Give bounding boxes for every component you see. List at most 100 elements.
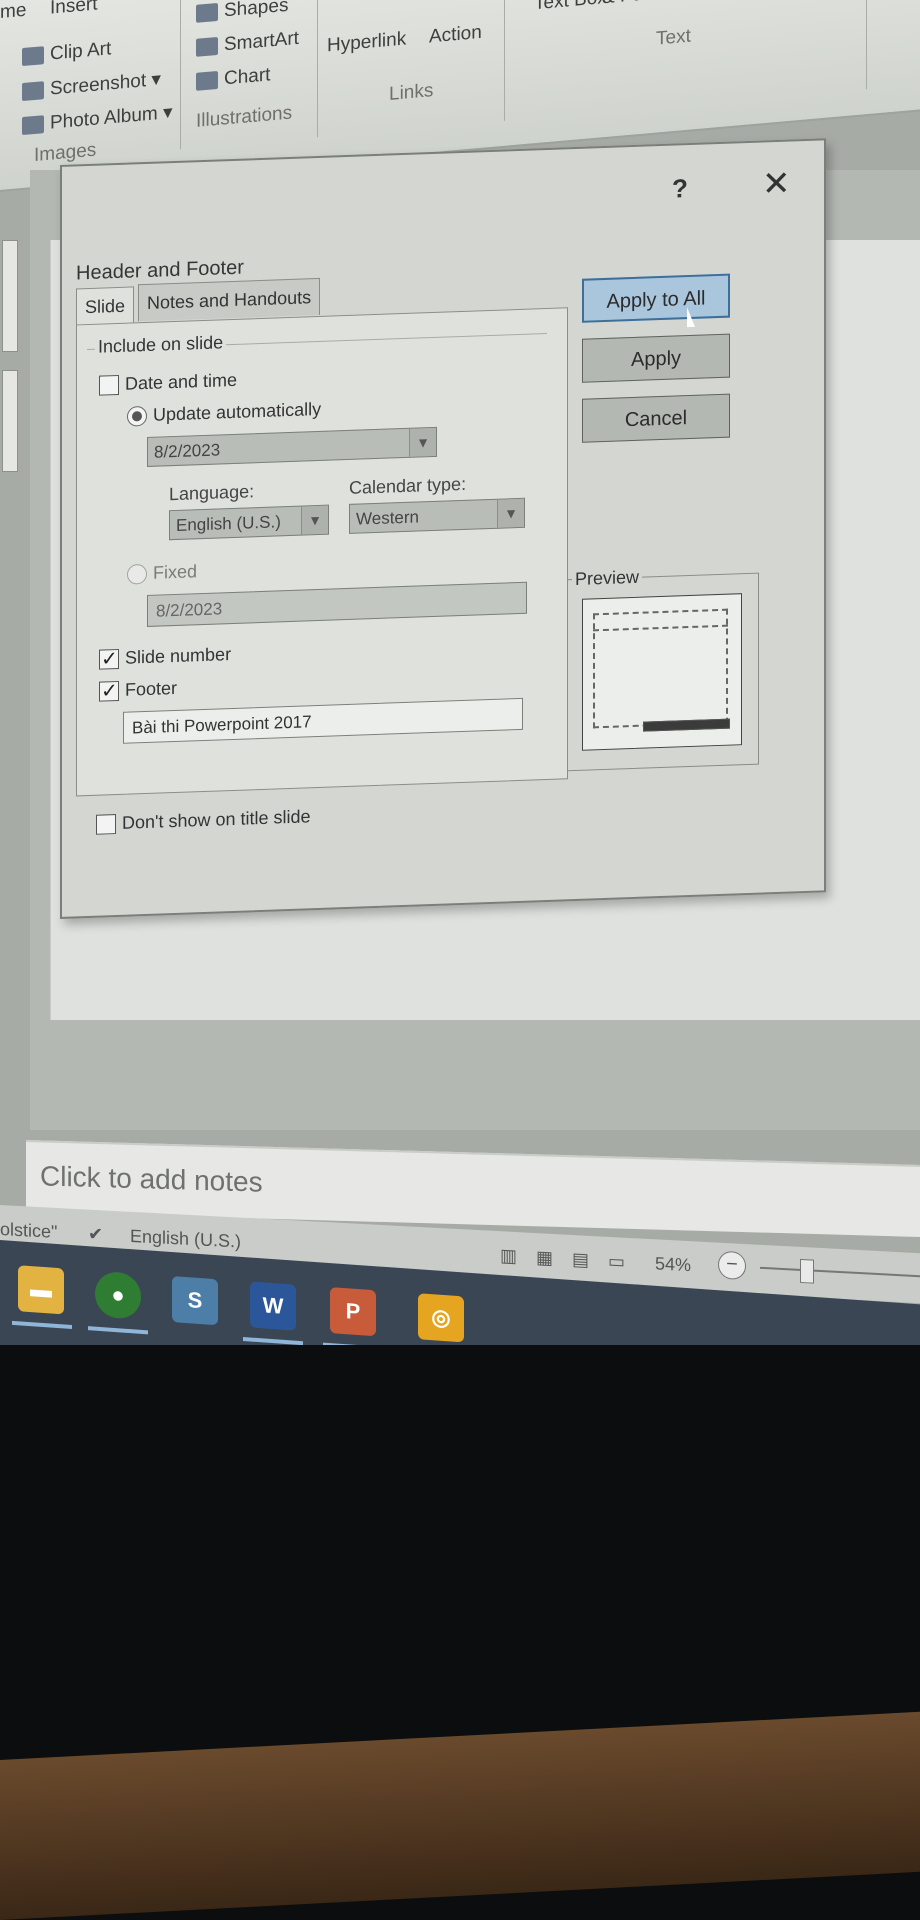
zoom-out-button[interactable]: − <box>718 1250 746 1281</box>
calendar-type-dropdown[interactable]: Western ▼ <box>349 497 525 534</box>
apply-button[interactable]: Apply <box>582 333 730 383</box>
clip-art-label: Clip Art <box>50 38 112 65</box>
update-automatically-label: Update automatically <box>153 398 322 425</box>
smartart-label: SmartArt <box>224 27 299 56</box>
slide-thumbnail[interactable] <box>2 370 18 472</box>
action-label: Action <box>429 21 482 48</box>
language-label: Language: <box>169 481 255 505</box>
calendar-type-label: Calendar type: <box>349 473 467 498</box>
file-explorer-icon[interactable]: ▬ <box>18 1265 64 1315</box>
clip-art-button[interactable]: Clip Art <box>22 38 111 68</box>
links-group-caption: Links <box>389 80 434 105</box>
pdf-app-icon[interactable]: ◎ <box>418 1293 464 1343</box>
preview-footer-placeholders <box>643 718 730 732</box>
illustrations-group-caption: Illustrations <box>196 102 293 132</box>
taskbar-active-indicator <box>243 1336 303 1345</box>
update-automatically-row[interactable]: Update automatically <box>127 399 321 427</box>
photo-album-button[interactable]: Photo Album ▾ <box>22 101 173 137</box>
date-time-checkbox[interactable] <box>99 374 119 396</box>
slide-number-checkbox[interactable] <box>99 648 119 670</box>
action-button[interactable]: Action <box>429 22 482 49</box>
close-icon[interactable]: ✕ <box>762 163 791 204</box>
screenshot-button[interactable]: Screenshot ▾ <box>22 68 161 103</box>
calendar-type-value: Western <box>356 507 419 529</box>
tab-notes-and-handouts[interactable]: Notes and Handouts <box>138 277 321 322</box>
taskbar-active-indicator <box>88 1326 148 1335</box>
date-time-checkbox-row[interactable]: Date and time <box>99 370 237 396</box>
preview-label: Preview <box>572 566 643 591</box>
status-fragment: olstice" <box>0 1219 58 1243</box>
clip-art-icon <box>22 46 44 67</box>
text-group-caption: Text <box>656 25 691 50</box>
screenshot-label: Screenshot ▾ <box>50 68 161 100</box>
photo-album-label: Photo Album ▾ <box>50 101 173 134</box>
date-time-label: Date and time <box>125 369 238 394</box>
footer-row[interactable]: Footer <box>99 678 177 702</box>
chevron-down-icon: ▼ <box>409 427 436 457</box>
date-format-value: 8/2/2023 <box>154 440 221 462</box>
reading-view-icon[interactable]: ▤ <box>572 1249 589 1271</box>
photo-album-icon <box>22 114 44 135</box>
text-box-button[interactable]: Text Box <box>534 0 607 15</box>
taskbar-active-indicator <box>12 1320 72 1330</box>
smartart-icon <box>196 36 218 57</box>
monitor-screen: me Insert Clip Art Screenshot ▾ Photo Al… <box>0 0 920 1345</box>
chart-icon <box>196 70 218 91</box>
chrome-icon[interactable]: ● <box>95 1270 141 1320</box>
illustrations-group: Shapes SmartArt Chart Illustrations <box>182 0 318 150</box>
hyperlink-button[interactable]: Hyperlink <box>327 28 406 57</box>
dont-show-title-row[interactable]: Don't show on title slide <box>96 806 311 835</box>
smartart-button[interactable]: SmartArt <box>196 28 299 59</box>
header-footer-button[interactable]: & Footer <box>602 0 675 9</box>
status-language[interactable]: English (U.S.) <box>130 1226 241 1253</box>
slide-number-row[interactable]: Slide number <box>99 644 231 670</box>
date-format-dropdown[interactable]: 8/2/2023 ▼ <box>147 426 437 467</box>
slideshow-icon[interactable]: ▭ <box>608 1251 625 1273</box>
normal-view-icon[interactable]: ▥ <box>500 1245 517 1267</box>
help-icon[interactable]: ? <box>672 173 688 205</box>
header-footer-dialog: Header and Footer ? ✕ Slide Notes and Ha… <box>60 138 826 920</box>
zoom-slider-track[interactable] <box>760 1266 920 1278</box>
apply-to-all-button[interactable]: Apply to All <box>582 273 730 323</box>
fixed-radio-row[interactable]: Fixed <box>127 561 198 585</box>
text-box-label: Text Box <box>534 0 607 15</box>
images-group: Clip Art Screenshot ▾ Photo Album ▾ Imag… <box>0 0 181 167</box>
language-value: English (U.S.) <box>176 512 281 535</box>
hyperlink-label: Hyperlink <box>327 28 407 57</box>
footer-text-field[interactable]: Bài thi Powerpoint 2017 <box>123 697 523 744</box>
include-on-slide-label: Include on slide <box>95 332 227 358</box>
shapes-button[interactable]: Shapes <box>196 0 288 25</box>
preview-thumbnail <box>582 593 742 751</box>
fixed-date-field[interactable]: 8/2/2023 <box>147 581 527 627</box>
word-icon[interactable]: W <box>250 1281 296 1331</box>
zoom-slider-thumb[interactable] <box>800 1258 814 1284</box>
text-group: Text Box & Footer Text <box>506 0 867 121</box>
chevron-down-icon: ▼ <box>497 498 524 528</box>
images-group-caption: Images <box>34 139 97 167</box>
slide-thumbnail[interactable] <box>2 240 18 352</box>
chevron-down-icon: ▼ <box>301 505 328 535</box>
slide-tab-panel: Include on slide Date and time Update au… <box>76 307 568 797</box>
screenshot-icon <box>22 80 44 101</box>
dont-show-title-checkbox[interactable] <box>96 813 116 835</box>
fixed-radio[interactable] <box>127 563 147 585</box>
powerpoint-icon[interactable]: P <box>330 1287 376 1337</box>
shapes-icon <box>196 2 218 23</box>
mouse-cursor-icon <box>687 306 695 328</box>
header-footer-label: & Footer <box>602 0 675 9</box>
stylus-app-icon[interactable]: S <box>172 1276 218 1326</box>
update-automatically-radio[interactable] <box>127 405 147 427</box>
spellcheck-icon[interactable]: ✔ <box>88 1224 103 1246</box>
slide-number-label: Slide number <box>125 644 232 668</box>
tab-slide[interactable]: Slide <box>76 286 135 326</box>
slide-sorter-icon[interactable]: ▦ <box>536 1247 553 1269</box>
language-dropdown[interactable]: English (U.S.) ▼ <box>169 504 329 541</box>
chart-label: Chart <box>224 64 271 90</box>
notes-placeholder: Click to add notes <box>40 1160 263 1198</box>
zoom-level[interactable]: 54% <box>655 1253 691 1276</box>
footer-checkbox[interactable] <box>99 680 119 702</box>
fixed-label: Fixed <box>153 561 198 583</box>
chart-button[interactable]: Chart <box>196 64 270 93</box>
cancel-button[interactable]: Cancel <box>582 393 730 443</box>
dont-show-title-label: Don't show on title slide <box>122 806 311 833</box>
